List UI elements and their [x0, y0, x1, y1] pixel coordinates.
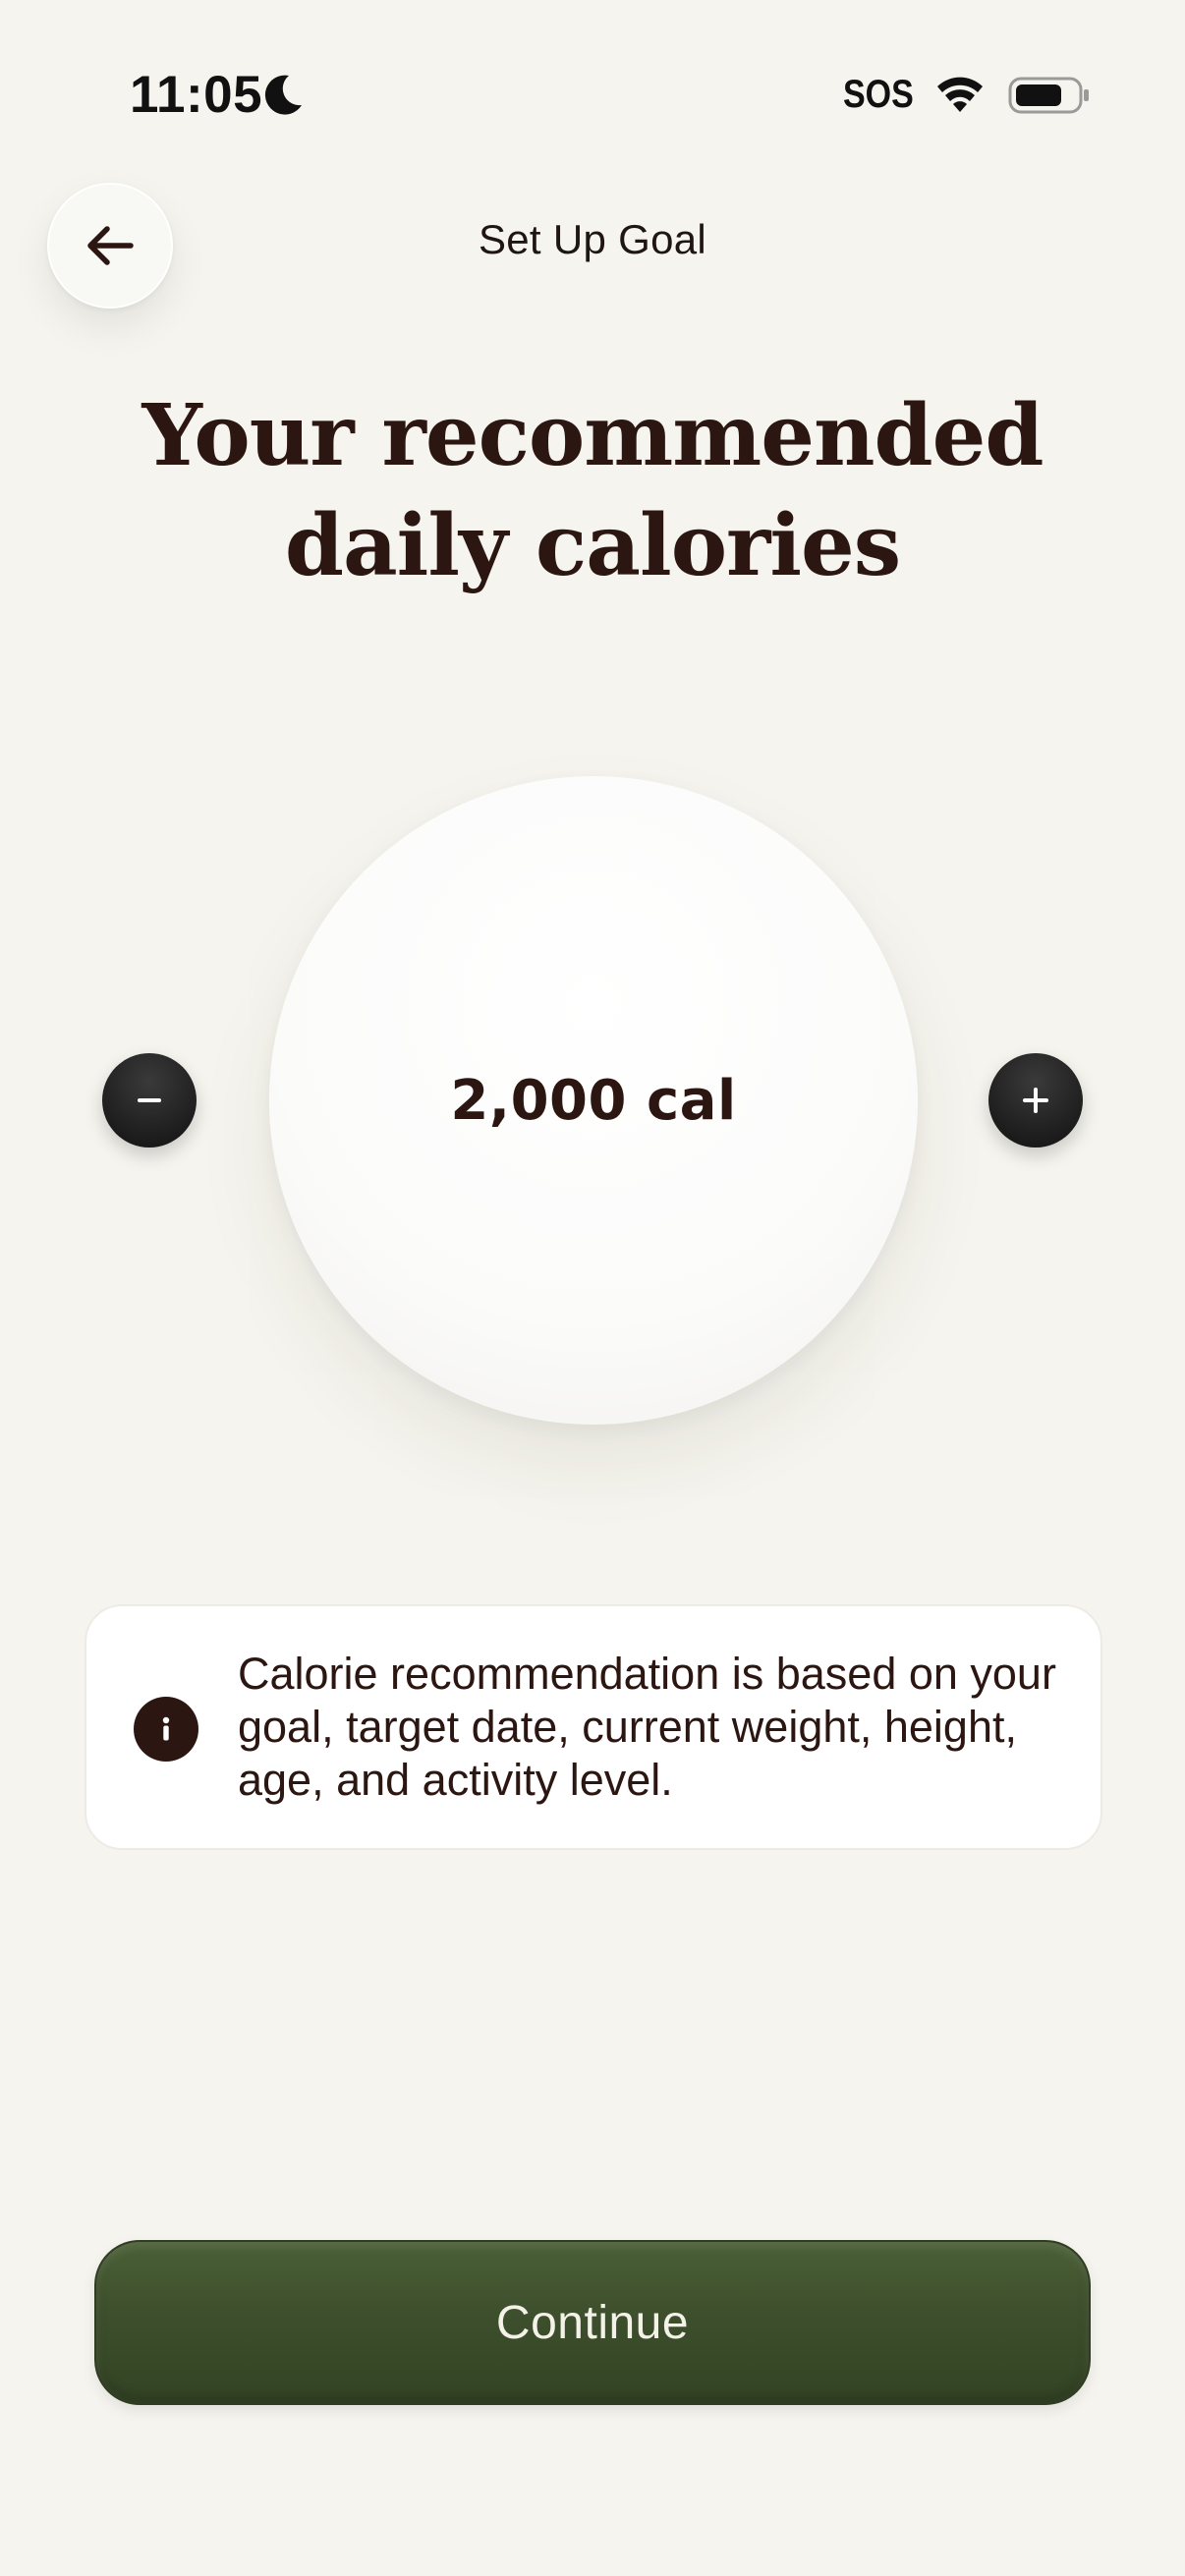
sos-indicator: SOS — [843, 73, 914, 116]
info-text: Calorie recommendation is based on your … — [238, 1649, 1056, 1805]
minus-icon — [138, 1098, 161, 1102]
calorie-value: 2,000 cal — [450, 1068, 737, 1133]
info-icon — [134, 1697, 198, 1762]
increase-calories-button[interactable] — [988, 1053, 1083, 1148]
page-title: Set Up Goal — [478, 216, 707, 262]
status-bar: 11:05 SOS — [0, 0, 1185, 187]
info-card: Calorie recommendation is based on your … — [85, 1604, 1102, 1850]
plus-icon — [1023, 1088, 1048, 1113]
wifi-icon — [937, 77, 983, 112]
headline: Your recommended daily calories — [141, 386, 1044, 595]
decrease-calories-button[interactable] — [102, 1053, 197, 1148]
continue-button[interactable]: Continue — [94, 2240, 1091, 2405]
status-time: 11:05 — [130, 66, 263, 124]
moon-icon — [264, 75, 302, 115]
calorie-dial[interactable]: 2,000 cal — [269, 776, 918, 1425]
battery-icon — [1008, 77, 1089, 114]
continue-label: Continue — [495, 2296, 690, 2349]
